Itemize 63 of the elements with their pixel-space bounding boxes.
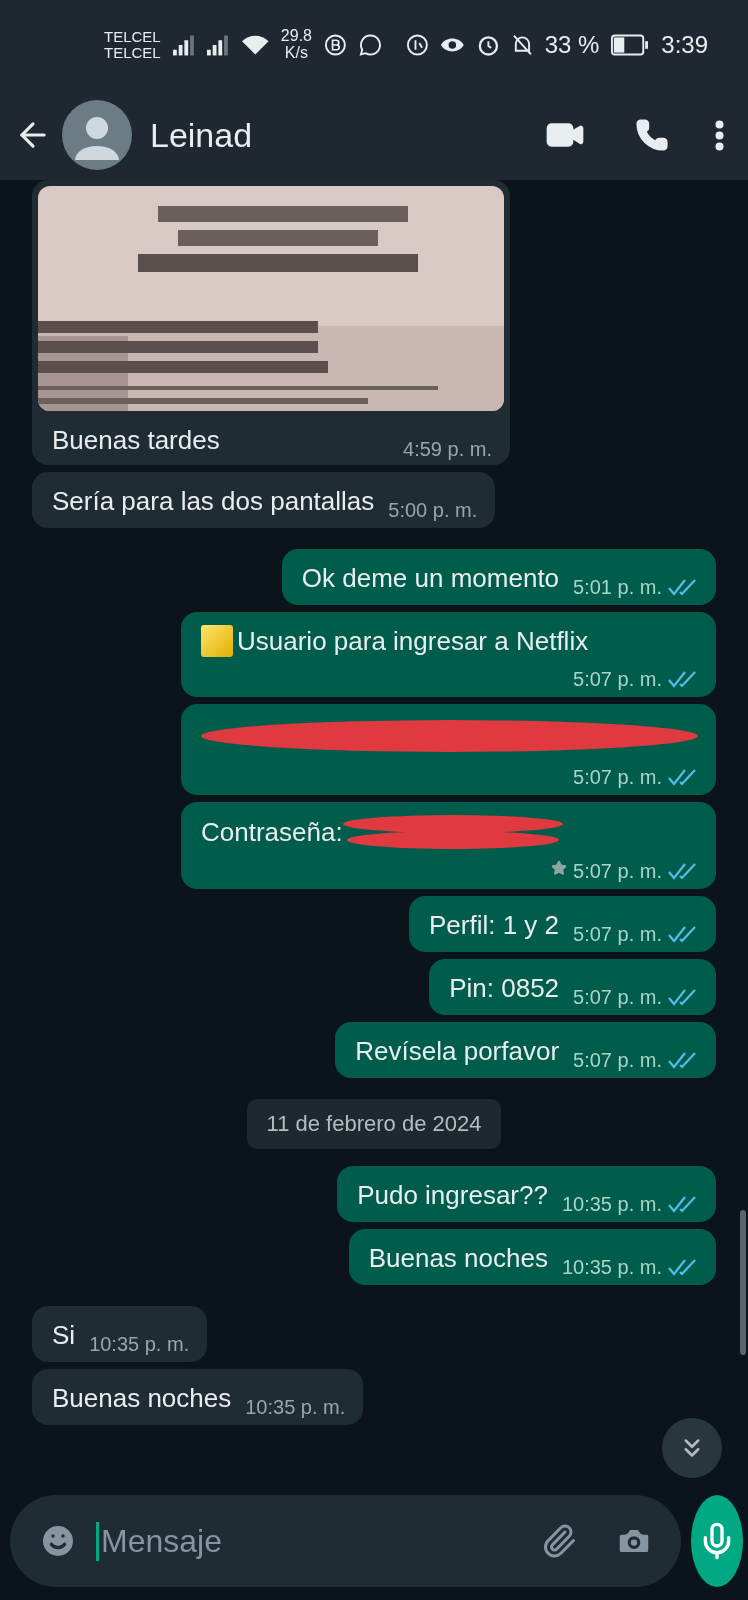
scroll-down-button[interactable]: [662, 1418, 722, 1478]
incoming-message-bubble[interactable]: Buenas tardes 4:59 p. m.: [32, 180, 510, 465]
carrier-label: TELCEL: [104, 29, 161, 45]
incoming-message-bubble[interactable]: Sería para las dos pantallas 5:00 p. m.: [32, 472, 496, 528]
bell-off-icon: [511, 33, 533, 57]
alarm-icon: [477, 33, 500, 57]
incoming-message-bubble[interactable]: Si 10:35 p. m.: [32, 1306, 208, 1362]
message-time: 10:35 p. m.: [245, 1396, 346, 1419]
message-text: Si: [52, 1319, 76, 1352]
message-time: 5:01 p. m.: [573, 576, 662, 599]
message-text: Buenas tardes: [52, 424, 220, 457]
message-time: 5:00 p. m.: [388, 499, 478, 522]
wifi-icon: [242, 34, 269, 56]
message-text: Contraseña:: [201, 816, 343, 849]
attach-icon[interactable]: [541, 1523, 577, 1559]
outgoing-message-bubble[interactable]: Pin: 0852 5:07 p. m.: [429, 959, 716, 1015]
outgoing-message-bubble[interactable]: Perfil: 1 y 2 5:07 p. m.: [409, 896, 716, 952]
chat-bubble-icon: [358, 33, 382, 57]
scrollbar[interactable]: [740, 1210, 746, 1355]
message-time: 10:35 p. m.: [89, 1333, 190, 1356]
message-text: Ok deme un momento: [301, 562, 560, 595]
message-input[interactable]: Mensaje: [96, 1521, 523, 1561]
message-time: 5:07 p. m.: [573, 860, 662, 883]
message-time: 5:07 p. m.: [573, 1049, 662, 1072]
b-circle-icon: [324, 33, 347, 57]
message-time: 5:07 p. m.: [573, 923, 662, 946]
outgoing-message-bubble[interactable]: Contraseña: 5:07 p. m.: [181, 802, 716, 889]
message-time: 10:35 p. m.: [561, 1256, 662, 1279]
avatar-icon[interactable]: [62, 100, 132, 170]
message-text: Usuario para ingresar a Netflix: [237, 625, 589, 658]
date-chip: 11 de febrero de 2024: [246, 1099, 502, 1149]
outgoing-message-bubble[interactable]: Pudo ingresar?? 10:35 p. m.: [337, 1166, 716, 1222]
outgoing-message-bubble[interactable]: Ok deme un momento 5:01 p. m.: [281, 549, 716, 605]
signal-icon: [172, 34, 196, 56]
call-button[interactable]: [635, 118, 669, 152]
message-text: Pin: 0852: [449, 972, 560, 1005]
signal-icon: [207, 34, 231, 56]
message-text: Perfil: 1 y 2: [429, 909, 560, 942]
message-time: 10:35 p. m.: [561, 1193, 662, 1216]
message-time: 5:07 p. m.: [573, 986, 662, 1009]
message-text: Buenas noches: [368, 1242, 548, 1275]
message-text: Sería para las dos pantallas: [52, 485, 375, 518]
outgoing-message-bubble[interactable]: 5:07 p. m.: [181, 704, 716, 795]
phone-icon: [635, 118, 669, 152]
outgoing-message-bubble[interactable]: Buenas noches 10:35 p. m.: [348, 1229, 716, 1285]
battery-icon: [611, 34, 650, 56]
battery-percent: 33 %: [544, 31, 600, 59]
message-time: 5:07 p. m.: [573, 668, 662, 691]
menu-button[interactable]: [715, 119, 724, 151]
message-time: 4:59 p. m.: [403, 438, 492, 461]
incoming-message-bubble[interactable]: Buenas noches 10:35 p. m.: [32, 1369, 364, 1425]
outgoing-message-bubble[interactable]: Usuario para ingresar a Netflix 5:07 p. m.: [181, 612, 716, 697]
outgoing-message-bubble[interactable]: Revísela porfavor 5:07 p. m.: [335, 1022, 716, 1078]
carrier-label: TELCEL: [104, 45, 161, 61]
message-text: Buenas noches: [52, 1382, 232, 1415]
clock-time: 3:39: [661, 31, 709, 59]
menu-icon: [715, 119, 724, 151]
message-text: Revísela porfavor: [355, 1035, 560, 1068]
message-text: Pudo ingresar??: [357, 1179, 548, 1212]
message-time: 5:07 p. m.: [573, 766, 662, 789]
message-field[interactable]: Mensaje: [10, 1495, 681, 1587]
network-speed: K/s: [284, 45, 308, 62]
network-speed: 29.8: [280, 28, 312, 45]
